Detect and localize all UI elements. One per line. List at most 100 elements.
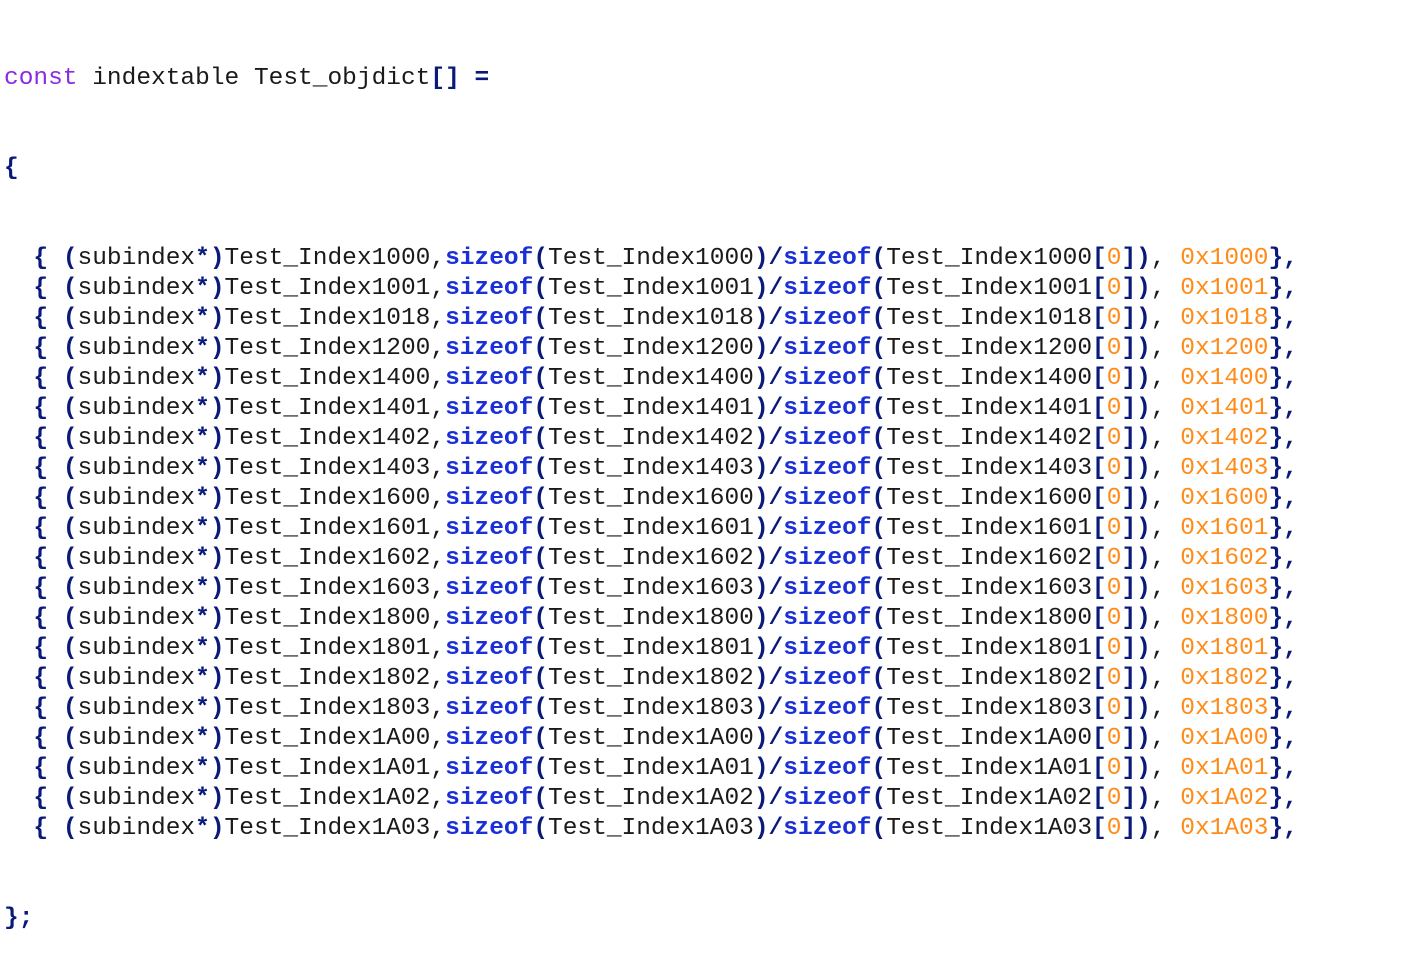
divide-operator: )/ [753, 695, 784, 722]
sizeof-arg: Test_Index1A00 [886, 725, 1093, 752]
cast-open-paren: ( [62, 575, 78, 602]
sizeof-open-paren: ( [533, 815, 549, 842]
comma: , [430, 365, 446, 392]
cast-type: subindex [77, 605, 196, 632]
sizeof-open-paren: ( [533, 575, 549, 602]
comma-space: , [1150, 605, 1181, 632]
sizeof-open-paren: ( [871, 545, 887, 572]
entry-open-brace: { [33, 665, 49, 692]
index-zero: 0 [1106, 755, 1122, 782]
sizeof-keyword: sizeof [445, 335, 534, 362]
entry-close: }, [1268, 635, 1298, 662]
comma: , [430, 635, 446, 662]
comma: , [430, 605, 446, 632]
entry-close: }, [1268, 335, 1298, 362]
comma: , [430, 455, 446, 482]
index-hex-value: 0x1018 [1180, 305, 1269, 332]
comma-space: , [1150, 485, 1181, 512]
sizeof-open-paren: ( [533, 275, 549, 302]
sizeof-keyword: sizeof [783, 365, 872, 392]
entry-open-brace: { [33, 335, 49, 362]
cast-open-paren: ( [62, 815, 78, 842]
divide-operator: )/ [753, 365, 784, 392]
index-ref: Test_Index1602 [224, 545, 431, 572]
sizeof-keyword: sizeof [445, 785, 534, 812]
sizeof-arg: Test_Index1400 [886, 365, 1093, 392]
sizeof-arg: Test_Index1A01 [548, 755, 754, 782]
sizeof-arg: Test_Index1803 [886, 695, 1093, 722]
sizeof-arg: Test_Index1802 [548, 665, 754, 692]
entry-open-brace: { [33, 395, 49, 422]
comma-space: , [1150, 575, 1181, 602]
sizeof-arg: Test_Index1601 [548, 515, 754, 542]
sizeof-keyword: sizeof [445, 515, 534, 542]
sizeof-keyword: sizeof [445, 575, 534, 602]
entry-line: { (subindex*)Test_Index1401,sizeof(Test_… [4, 394, 1297, 424]
cast-open-paren: ( [62, 755, 78, 782]
entry-close: }, [1268, 545, 1298, 572]
index-open-bracket: [ [1092, 725, 1107, 752]
sizeof-arg: Test_Index1401 [886, 395, 1093, 422]
entry-close: }, [1268, 485, 1298, 512]
entry-open-brace: { [33, 605, 49, 632]
comma: , [430, 305, 446, 332]
entry-line: { (subindex*)Test_Index1603,sizeof(Test_… [4, 574, 1297, 604]
divide-operator: )/ [753, 515, 784, 542]
cast-open-paren: ( [62, 515, 78, 542]
sizeof-open-paren: ( [871, 365, 887, 392]
sizeof-open-paren: ( [533, 515, 549, 542]
sizeof-keyword: sizeof [783, 725, 872, 752]
sizeof-keyword: sizeof [783, 395, 872, 422]
index-zero: 0 [1106, 455, 1122, 482]
index-ref: Test_Index1A03 [224, 815, 431, 842]
cast-open-paren: ( [62, 245, 78, 272]
entry-line: { (subindex*)Test_Index1800,sizeof(Test_… [4, 604, 1298, 634]
index-open-bracket: [ [1092, 455, 1107, 482]
entry-open-brace: { [33, 815, 49, 842]
sizeof-arg: Test_Index1803 [548, 695, 754, 722]
divide-operator: )/ [753, 725, 784, 752]
sizeof-open-paren: ( [871, 635, 887, 662]
index-ref: Test_Index1803 [224, 695, 431, 722]
entry-close: }, [1268, 605, 1298, 632]
entry-line: { (subindex*)Test_Index1403,sizeof(Test_… [4, 454, 1297, 484]
close-brace: }; [4, 905, 34, 932]
entry-line: { (subindex*)Test_Index1A02,sizeof(Test_… [4, 784, 1297, 814]
cast-close: *) [195, 755, 225, 782]
index-open-bracket: [ [1092, 485, 1107, 512]
cast-type: subindex [77, 755, 196, 782]
entry-line: { (subindex*)Test_Index1A01,sizeof(Test_… [4, 754, 1297, 784]
entry-open-brace: { [33, 785, 49, 812]
sizeof-arg: Test_Index1603 [886, 575, 1093, 602]
entry-open-brace: { [33, 245, 49, 272]
sizeof-arg: Test_Index1000 [886, 245, 1093, 272]
index-zero: 0 [1106, 245, 1122, 272]
sizeof-arg: Test_Index1602 [886, 545, 1093, 572]
divide-operator: )/ [753, 335, 784, 362]
declaration-line: const indextable Test_objdict[] = [4, 64, 1298, 94]
index-close: ]) [1121, 425, 1151, 452]
entry-open-brace: { [33, 725, 49, 752]
index-ref: Test_Index1800 [224, 605, 431, 632]
sizeof-arg: Test_Index1018 [886, 305, 1093, 332]
sizeof-keyword: sizeof [783, 815, 872, 842]
sizeof-arg: Test_Index1402 [548, 425, 754, 452]
index-close: ]) [1121, 275, 1151, 302]
index-hex-value: 0x1401 [1180, 395, 1269, 422]
sizeof-open-paren: ( [871, 575, 887, 602]
sizeof-keyword: sizeof [783, 515, 872, 542]
divide-operator: )/ [753, 665, 784, 692]
cast-type: subindex [77, 785, 196, 812]
cast-close: *) [195, 575, 225, 602]
